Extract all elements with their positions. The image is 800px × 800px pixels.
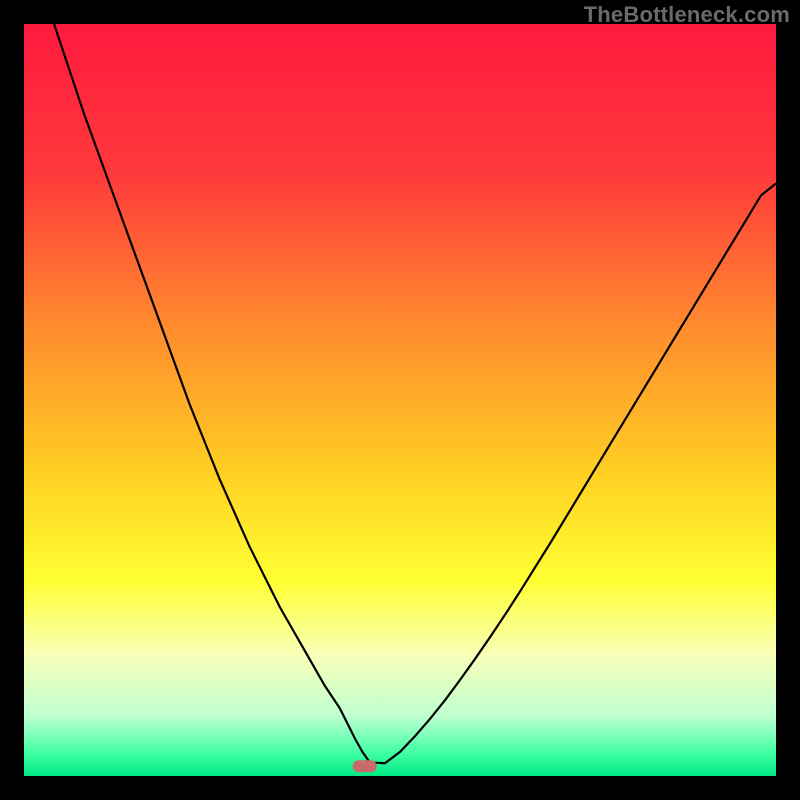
optimal-marker (353, 760, 377, 772)
plot-background (24, 24, 776, 776)
bottleneck-chart (24, 24, 776, 776)
chart-frame: TheBottleneck.com (0, 0, 800, 800)
